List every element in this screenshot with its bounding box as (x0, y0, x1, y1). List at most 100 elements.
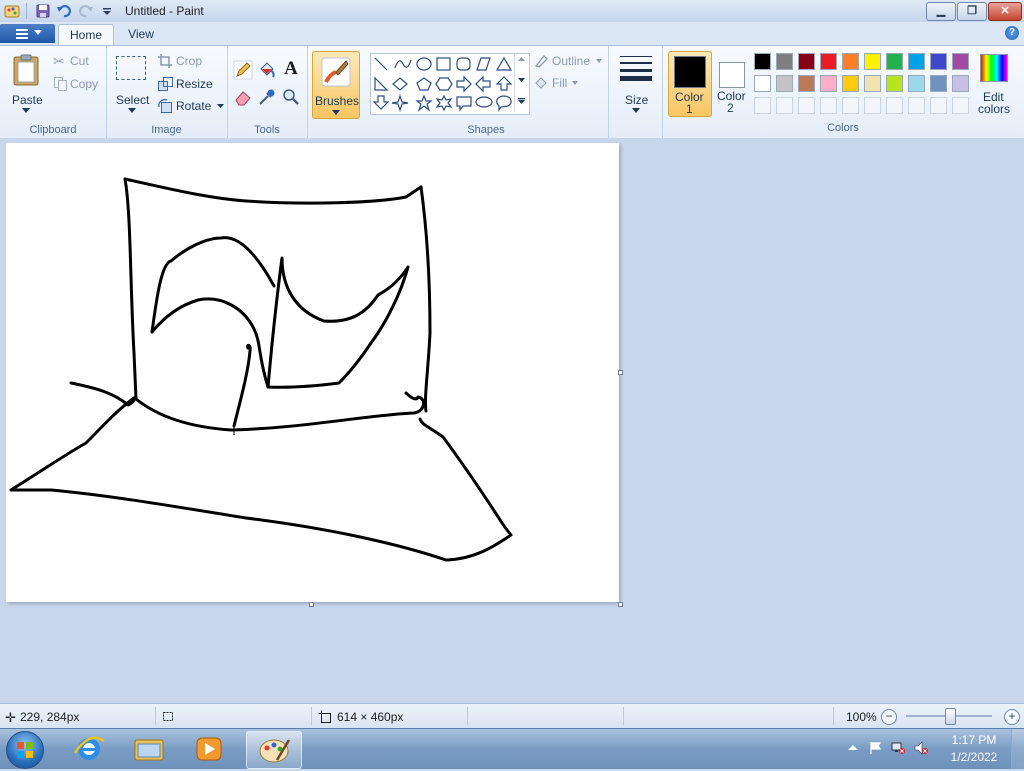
restore-button[interactable]: ❐ (957, 2, 987, 21)
custom-color-slot[interactable] (754, 97, 771, 114)
custom-color-slot[interactable] (842, 97, 859, 114)
palette-swatch[interactable] (842, 75, 859, 92)
show-hidden-icons-icon[interactable] (846, 741, 860, 755)
edit-colors-icon (980, 54, 1008, 82)
zoom-slider-thumb[interactable] (945, 708, 956, 725)
custom-color-slot[interactable] (886, 97, 903, 114)
crop-button[interactable]: Crop (156, 53, 222, 71)
palette-swatch[interactable] (864, 53, 881, 70)
chevron-down-icon[interactable] (518, 78, 525, 82)
color-picker-icon[interactable] (257, 87, 277, 107)
copy-label: Copy (70, 77, 99, 91)
redo-icon[interactable] (78, 3, 94, 19)
taskbar-media-player[interactable] (182, 731, 236, 767)
action-center-flag-icon[interactable] (868, 741, 882, 755)
clock-time[interactable]: 1:17 PM (950, 733, 998, 747)
paint-app-icon[interactable] (4, 3, 20, 19)
curve-shape-icon (394, 59, 412, 69)
palette-swatch[interactable] (930, 53, 947, 70)
custom-color-slot[interactable] (798, 97, 815, 114)
paste-button[interactable]: Paste (4, 50, 48, 116)
ribbon-tab-row: Home View ? (0, 22, 1024, 45)
expand-gallery-icon[interactable] (518, 98, 525, 104)
custom-color-slot[interactable] (930, 97, 947, 114)
custom-color-slot[interactable] (908, 97, 925, 114)
customize-qat-icon[interactable] (99, 3, 115, 19)
fill-label: Fill (552, 76, 568, 90)
zoom-in-button[interactable]: + (1004, 709, 1020, 725)
resize-button[interactable]: Resize (156, 76, 222, 94)
taskbar-internet-explorer[interactable] (62, 731, 116, 767)
select-button[interactable]: Select (112, 50, 152, 116)
fill-bucket-icon[interactable] (257, 60, 277, 80)
outline-button[interactable]: Outline (532, 53, 604, 71)
cut-button[interactable]: ✂ Cut (52, 53, 102, 71)
resize-handle-right[interactable] (618, 370, 623, 375)
undo-icon[interactable] (56, 3, 72, 19)
resize-handle-bottom[interactable] (309, 602, 314, 607)
chevron-up-icon[interactable] (518, 57, 525, 61)
show-desktop-button[interactable] (1011, 729, 1024, 769)
help-icon[interactable]: ? (1005, 26, 1019, 40)
palette-swatch[interactable] (798, 53, 815, 70)
fill-button[interactable]: Fill (532, 75, 592, 93)
volume-muted-icon[interactable] (914, 741, 928, 755)
paint-menu-button[interactable] (0, 24, 55, 43)
minimize-button[interactable]: ▁ (926, 2, 956, 21)
status-separator (623, 707, 624, 725)
canvas-work-area[interactable] (0, 138, 1024, 703)
palette-swatch[interactable] (886, 53, 903, 70)
start-button[interactable] (6, 731, 44, 769)
drawing-canvas[interactable] (6, 143, 619, 602)
palette-swatch[interactable] (886, 75, 903, 92)
palette-swatch[interactable] (820, 53, 837, 70)
copy-button[interactable]: Copy (52, 76, 102, 94)
brushes-button[interactable]: Brushes (312, 51, 360, 119)
palette-swatch[interactable] (776, 75, 793, 92)
tab-view[interactable]: View (118, 24, 164, 44)
palette-swatch[interactable] (820, 75, 837, 92)
clock-date[interactable]: 1/2/2022 (945, 750, 1003, 764)
palette-swatch[interactable] (908, 53, 925, 70)
shapes-gallery-scrollbar[interactable] (514, 54, 527, 112)
chevron-down-icon (22, 108, 30, 113)
palette-swatch[interactable] (776, 53, 793, 70)
save-icon[interactable] (35, 3, 51, 19)
image-group-label: Image (151, 124, 182, 136)
tab-home[interactable]: Home (58, 24, 114, 45)
zoom-out-button[interactable]: − (881, 709, 897, 725)
size-button[interactable]: Size (614, 50, 658, 116)
color1-button[interactable]: Color 1 (668, 51, 712, 117)
tools-group: A Tools (227, 46, 308, 138)
custom-color-slot[interactable] (776, 97, 793, 114)
taskbar-file-explorer[interactable] (122, 731, 176, 767)
palette-swatch[interactable] (952, 75, 969, 92)
eraser-icon[interactable] (233, 87, 253, 107)
palette-swatch[interactable] (842, 53, 859, 70)
pencil-icon[interactable] (233, 60, 253, 80)
text-icon[interactable]: A (281, 59, 301, 79)
network-icon[interactable] (891, 741, 905, 755)
colors-group-label: Colors (827, 122, 859, 134)
palette-swatch[interactable] (864, 75, 881, 92)
rounded-rectangle-shape-icon (456, 57, 471, 71)
palette-swatch[interactable] (930, 75, 947, 92)
custom-color-slot[interactable] (864, 97, 881, 114)
close-button[interactable]: ✕ (988, 2, 1022, 21)
resize-handle-corner[interactable] (618, 602, 623, 607)
custom-color-slot[interactable] (820, 97, 837, 114)
edit-colors-label-2: colors (978, 102, 1011, 116)
palette-swatch[interactable] (952, 53, 969, 70)
palette-swatch[interactable] (908, 75, 925, 92)
taskbar-paint[interactable] (246, 731, 302, 769)
rotate-button[interactable]: Rotate (156, 98, 224, 116)
color2-button[interactable]: Color 2 (712, 51, 752, 115)
palette-swatch[interactable] (754, 53, 771, 70)
palette-swatch[interactable] (798, 75, 815, 92)
edit-colors-button[interactable]: Edit colors (974, 50, 1014, 116)
selection-size-icon (163, 712, 173, 721)
palette-swatch[interactable] (754, 75, 771, 92)
magnifier-icon[interactable] (281, 87, 301, 107)
custom-color-slot[interactable] (952, 97, 969, 114)
rounded-callout-shape-icon (456, 96, 472, 112)
